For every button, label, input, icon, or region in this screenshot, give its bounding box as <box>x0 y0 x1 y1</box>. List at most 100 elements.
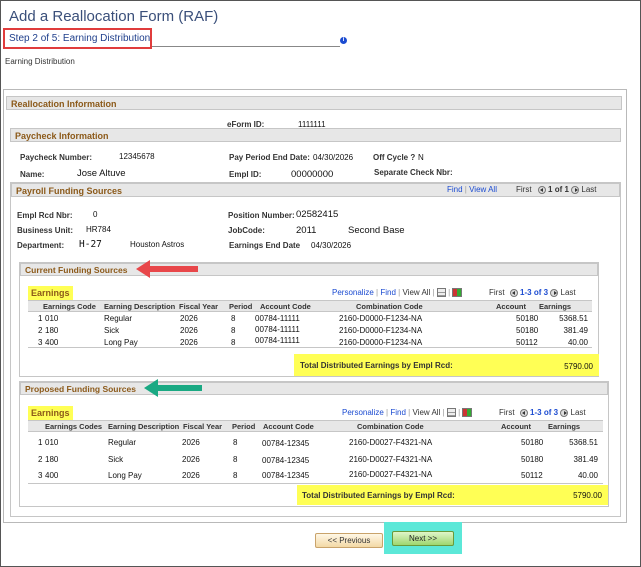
next-arrow-icon[interactable] <box>560 408 569 417</box>
proposed-row-code: 180 <box>45 455 59 464</box>
proposed-row-num: 1 <box>38 438 43 447</box>
previous-arrow-icon[interactable] <box>509 288 518 297</box>
current-row-num: 3 <box>38 338 43 347</box>
current-row-account-code: 00784-11111 <box>255 336 300 345</box>
proposed-row-desc: Long Pay <box>108 471 142 480</box>
business-unit-value: HR784 <box>86 225 111 234</box>
previous-button[interactable]: << Previous <box>315 533 383 548</box>
pay-period-end-label: Pay Period End Date: <box>229 153 310 162</box>
current-row-earnings: 40.00 <box>567 338 588 347</box>
name-label: Name: <box>20 170 45 179</box>
payroll-view-all-link[interactable]: View All <box>469 185 497 194</box>
current-zoom-icon[interactable] <box>436 288 446 298</box>
current-row-account: 50180 <box>516 314 539 323</box>
earnings-end-date-label: Earnings End Date <box>229 241 301 250</box>
proposed-row-account-code: 00784-12345 <box>262 456 310 465</box>
proposed-row-account: 50112 <box>521 471 543 480</box>
department-value: H-27 <box>79 239 102 250</box>
current-row-account: 50180 <box>516 326 539 335</box>
jobcode-description: Second Base <box>348 225 405 236</box>
current-row-period: 8 <box>231 326 236 335</box>
current-row-desc: Long Pay <box>104 338 138 347</box>
current-col-earnings: Earnings <box>539 302 572 311</box>
proposed-first-label: First <box>499 408 515 417</box>
proposed-personalize-link[interactable]: Personalize <box>342 408 384 417</box>
proposed-col-account-code: Account Code <box>263 422 314 431</box>
next-arrow-icon[interactable] <box>550 288 559 297</box>
proposed-total-label: Total Distributed Earnings by Empl Rcd: <box>302 491 455 500</box>
off-cycle-label: Off Cycle ? <box>373 153 416 162</box>
proposed-row-num: 2 <box>38 455 43 464</box>
current-first-label: First <box>489 288 505 297</box>
current-find-link[interactable]: Find <box>380 288 396 297</box>
proposed-col-account: Account <box>501 422 531 431</box>
proposed-view-all-link[interactable]: View All <box>412 408 440 417</box>
proposed-funding-header: Proposed Funding Sources <box>20 382 608 395</box>
step-underline <box>152 46 340 47</box>
proposed-row-earnings: 381.49 <box>573 455 598 464</box>
empl-id-label: Empl ID: <box>229 170 262 179</box>
step-indicator: Step 2 of 5: Earning Distribution <box>9 33 151 44</box>
proposed-row-account-code: 00784-12345 <box>262 471 310 480</box>
page-subtitle: Earning Distribution <box>5 57 75 66</box>
red-arrow-icon <box>136 260 198 278</box>
proposed-download-icon[interactable] <box>462 408 473 418</box>
current-count: 1-3 of 3 <box>520 288 549 297</box>
department-label: Department: <box>17 241 65 250</box>
current-view-all-link[interactable]: View All <box>402 288 430 297</box>
current-row-code: 400 <box>45 338 59 347</box>
payroll-find-link[interactable]: Find <box>447 185 463 194</box>
current-row-num: 2 <box>38 326 43 335</box>
proposed-row-account: 50180 <box>521 438 544 447</box>
empl-id-value: 00000000 <box>291 169 334 180</box>
current-pager: First 1-3 of 3 Last <box>489 288 576 297</box>
earnings-end-date-value: 04/30/2026 <box>311 241 352 250</box>
proposed-row-fy: 2026 <box>182 471 200 480</box>
paycheck-number-label: Paycheck Number: <box>20 153 93 162</box>
proposed-row-earnings: 5368.51 <box>569 438 598 447</box>
current-row-code: 180 <box>45 326 59 335</box>
proposed-find-link[interactable]: Find <box>390 408 406 417</box>
previous-arrow-icon[interactable] <box>519 408 528 417</box>
payroll-first-label: First <box>516 185 532 194</box>
current-row-earnings: 5368.51 <box>559 314 588 323</box>
empl-rcd-value: 0 <box>93 210 98 219</box>
info-icon[interactable]: i <box>340 37 347 44</box>
current-row-code: 010 <box>45 314 59 323</box>
proposed-row-earnings: 40.00 <box>577 471 598 480</box>
payroll-nav: Find | View All <box>447 185 497 194</box>
off-cycle-value: N <box>418 153 424 162</box>
next-arrow-icon[interactable] <box>571 185 580 194</box>
paycheck-number-value: 12345678 <box>119 152 155 161</box>
proposed-count: 1-3 of 3 <box>530 408 559 417</box>
proposed-zoom-icon[interactable] <box>446 408 456 418</box>
current-col-period: Period <box>229 302 253 311</box>
current-row-period: 8 <box>231 338 236 347</box>
current-download-icon[interactable] <box>452 288 463 298</box>
position-number-label: Position Number: <box>228 211 295 220</box>
current-row-fy: 2026 <box>180 326 198 335</box>
proposed-col-fiscal-year: Fiscal Year <box>183 422 223 431</box>
previous-arrow-icon[interactable] <box>537 185 546 194</box>
pay-period-end-value: 04/30/2026 <box>313 153 354 162</box>
current-row-combo: 2160-D0000-F1234-NA <box>339 338 423 347</box>
proposed-col-earnings: Earnings <box>548 422 581 431</box>
current-row-period: 8 <box>231 314 236 323</box>
page-title: Add a Reallocation Form (RAF) <box>9 8 219 25</box>
proposed-col-earning-desc: Earning Description <box>108 422 180 431</box>
proposed-total-value: 5790.00 <box>573 491 602 500</box>
paycheck-info-header: Paycheck Information <box>10 128 621 142</box>
next-button[interactable]: Next >> <box>392 531 454 546</box>
current-col-account-code: Account Code <box>260 302 311 311</box>
current-total-value: 5790.00 <box>564 362 593 371</box>
separate-check-label: Separate Check Nbr: <box>374 168 453 177</box>
current-personalize-link[interactable]: Personalize <box>332 288 374 297</box>
empl-rcd-label: Empl Rcd Nbr: <box>17 211 73 220</box>
current-last-label: Last <box>560 288 576 297</box>
current-funding-header: Current Funding Sources <box>20 263 598 276</box>
proposed-last-label: Last <box>570 408 586 417</box>
proposed-row-num: 3 <box>38 471 43 480</box>
current-row-account-code: 00784-11111 <box>255 314 300 323</box>
current-row-account: 50112 <box>516 338 538 347</box>
proposed-row-code: 400 <box>45 471 59 480</box>
